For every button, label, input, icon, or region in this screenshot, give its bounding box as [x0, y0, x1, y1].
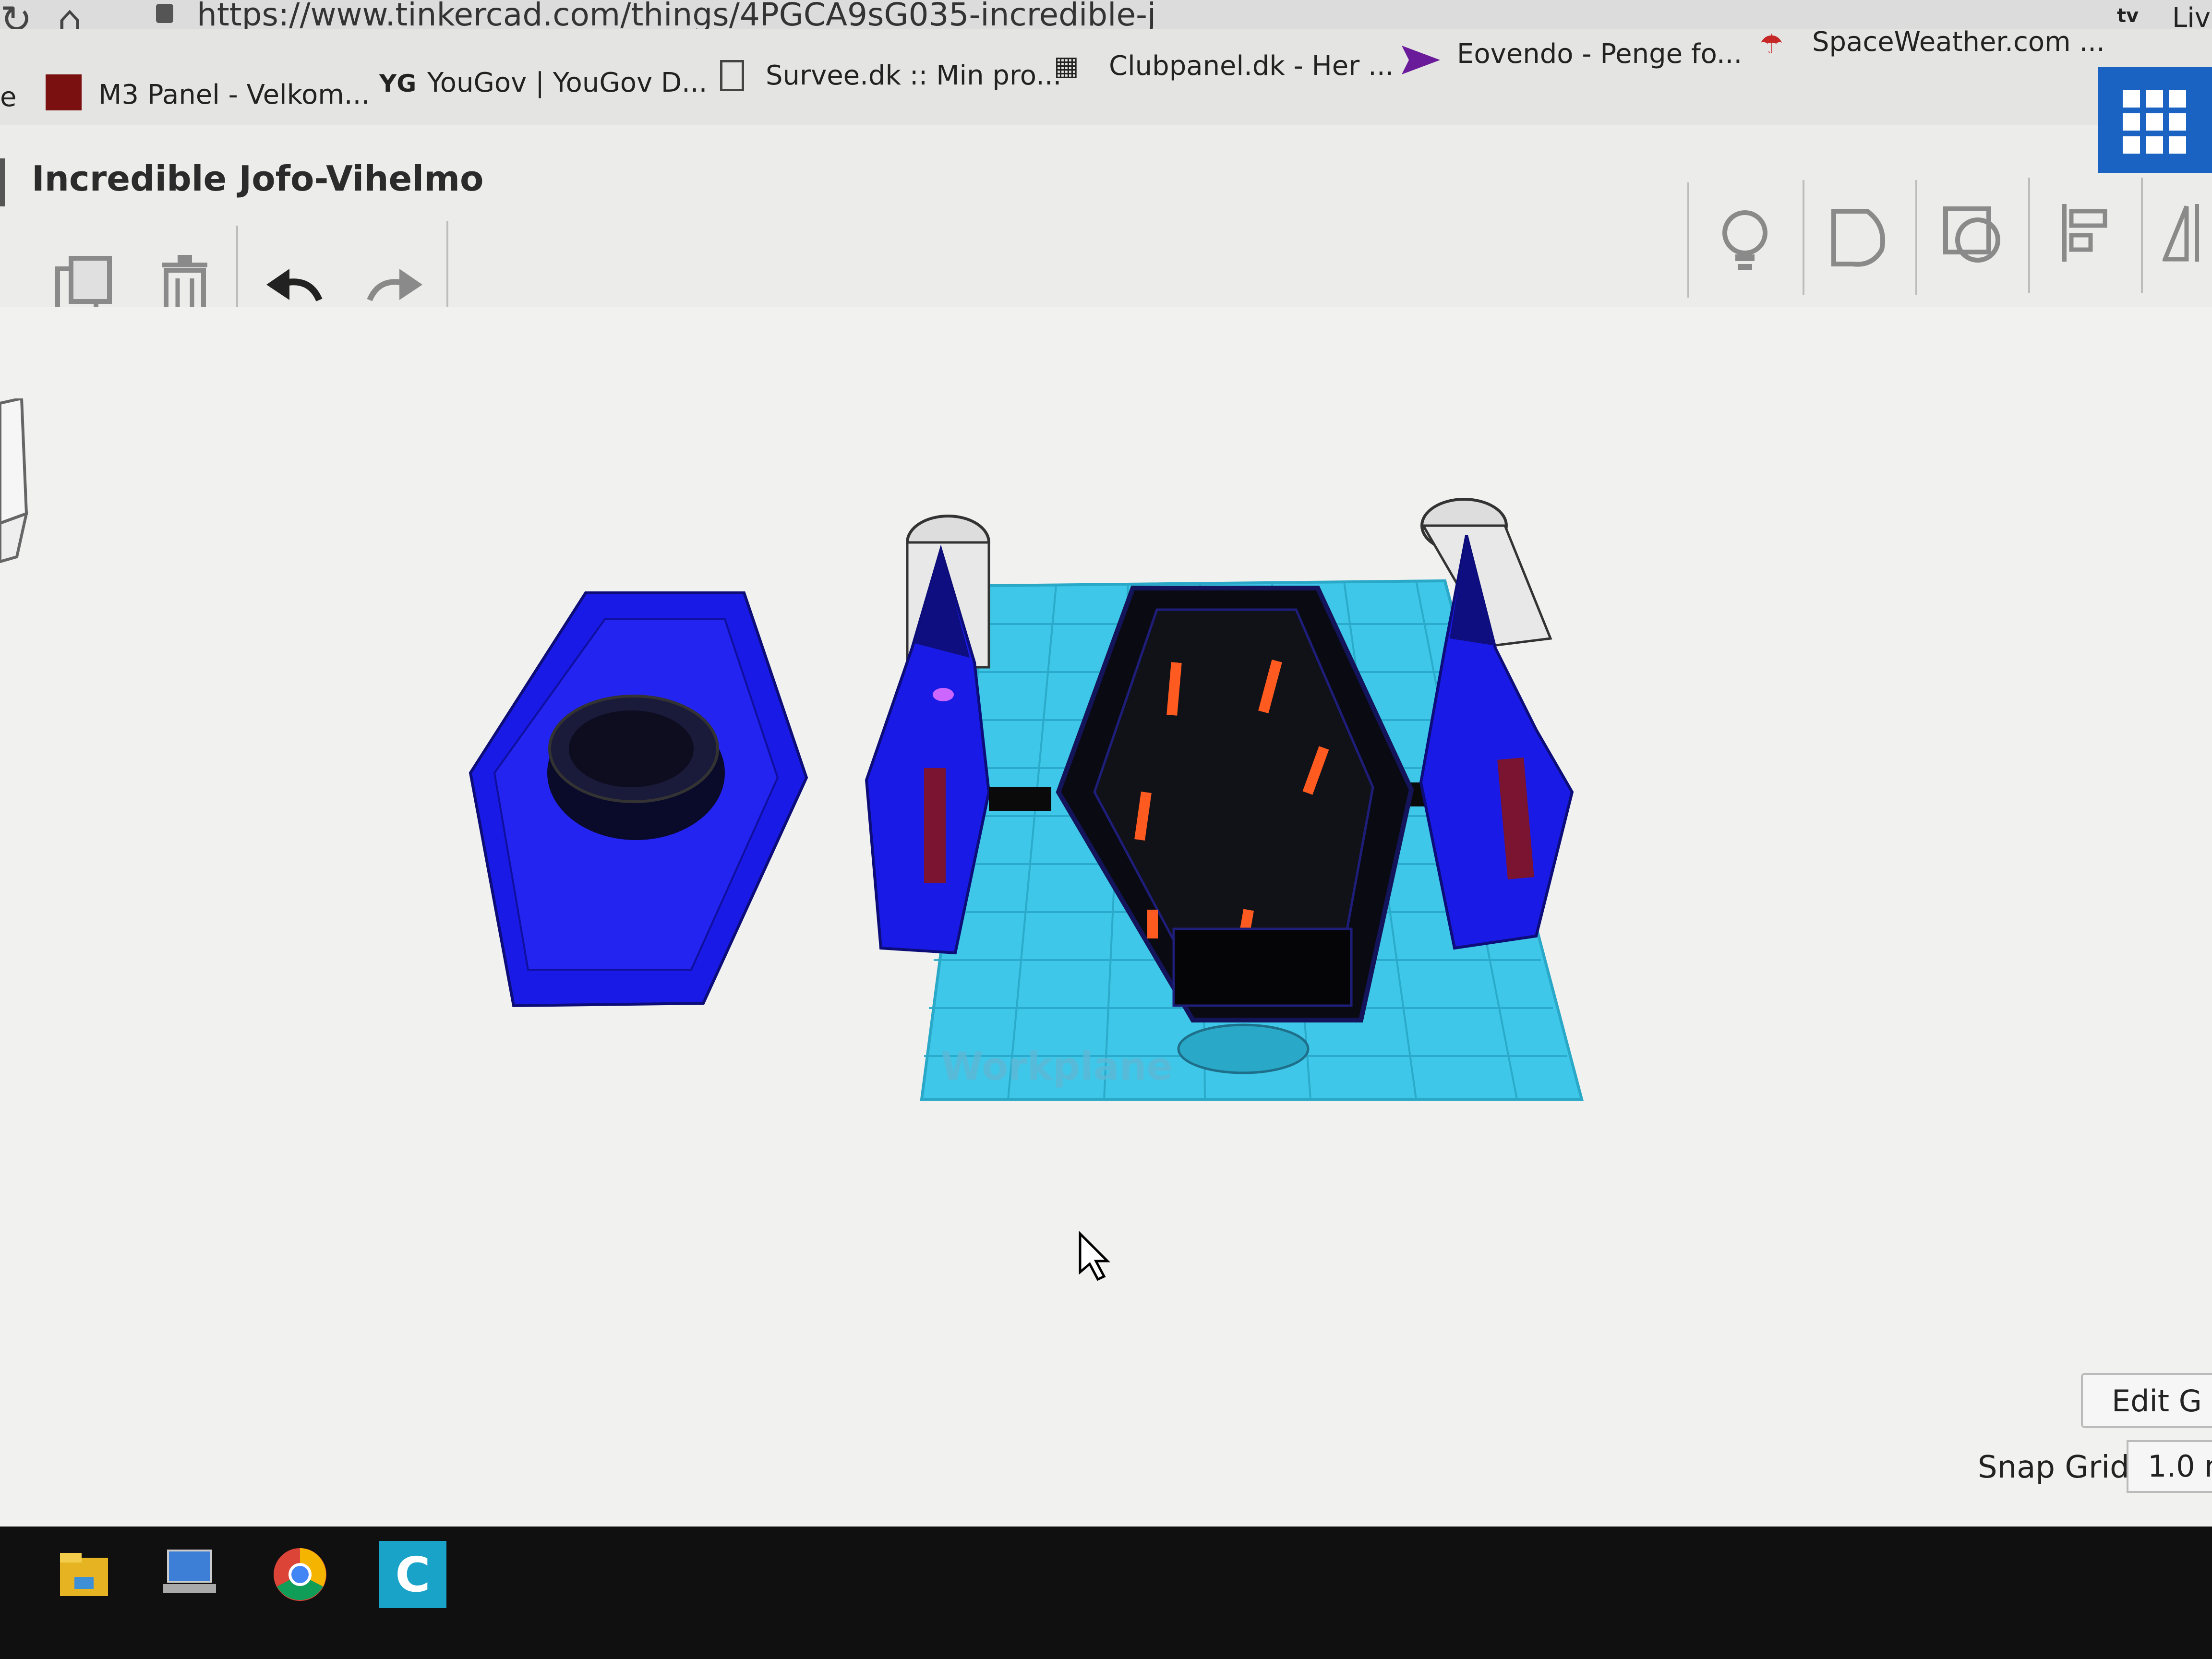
toolbar-divider — [1803, 180, 1804, 295]
clubpanel-icon: ▦ — [1054, 50, 1079, 82]
shape-outline-icon[interactable] — [1829, 206, 1891, 278]
page-icon — [720, 60, 744, 91]
file-explorer-icon[interactable] — [53, 1541, 120, 1608]
edit-grid-button[interactable]: Edit G — [2081, 1373, 2212, 1428]
toolbar-divider — [2141, 178, 2143, 293]
bookmark-m3-panel[interactable]: M3 Panel - Velkom... — [98, 79, 370, 110]
app-c-icon[interactable]: C — [379, 1541, 446, 1608]
bookmark-cut-left[interactable]: e — [0, 82, 16, 113]
bookmark-spaceweather[interactable]: SpaceWeather.com ... — [1812, 26, 2105, 58]
hex-lid-object[interactable] — [469, 591, 808, 1008]
bookmark-live[interactable]: Live — [2172, 2, 2212, 34]
umbrella-icon: ☂ — [1759, 29, 1784, 60]
panel-edge — [0, 158, 5, 206]
m3-panel-icon — [46, 74, 82, 110]
bookmark-eovendo[interactable]: Eovendo - Penge fo... — [1457, 38, 1742, 70]
design-title[interactable]: Incredible Jofo-Vihelmo — [32, 158, 483, 199]
bookmark-survee[interactable]: Survee.dk :: Min pro... — [766, 60, 1061, 91]
bookmark-clubpanel[interactable]: Clubpanel.dk - Her ... — [1109, 50, 1394, 82]
mirror-icon[interactable] — [2162, 202, 2212, 274]
apps-grid-button[interactable] — [2098, 67, 2212, 173]
bookmarks-bar: e M3 Panel - Velkom... YG YouGov | YouGo… — [0, 2, 2212, 125]
yougov-icon: YG — [379, 70, 417, 97]
align-icon[interactable] — [2059, 202, 2112, 274]
view-cube[interactable] — [0, 398, 34, 571]
lightbulb-icon[interactable] — [1719, 206, 1771, 288]
chrome-icon[interactable] — [266, 1541, 334, 1608]
toolbar-divider — [1687, 182, 1689, 298]
toolbar-divider — [2028, 178, 2030, 293]
grid-icon — [2123, 90, 2186, 154]
bookmark-yougov[interactable]: YouGov | YouGov D... — [427, 67, 707, 98]
network-icon[interactable] — [158, 1541, 226, 1608]
eovendo-icon — [1402, 46, 1440, 74]
lock-icon — [156, 4, 173, 23]
left-connector — [989, 787, 1051, 811]
snap-grid-label: Snap Grid — [1978, 1450, 2129, 1485]
shape-hole-icon[interactable] — [1942, 204, 2004, 276]
workplane-label: Workplane — [941, 1044, 1173, 1089]
toolbar-divider — [1915, 180, 1917, 295]
right-engine-object[interactable] — [1419, 498, 1574, 950]
snap-grid-select[interactable]: 1.0 m — [2127, 1440, 2212, 1493]
mouse-cursor-icon — [1079, 1231, 1111, 1281]
url-field[interactable]: https://www.tinkercad.com/things/4PGCA9s… — [197, 0, 1156, 33]
tv-icon: tv — [2117, 5, 2139, 27]
